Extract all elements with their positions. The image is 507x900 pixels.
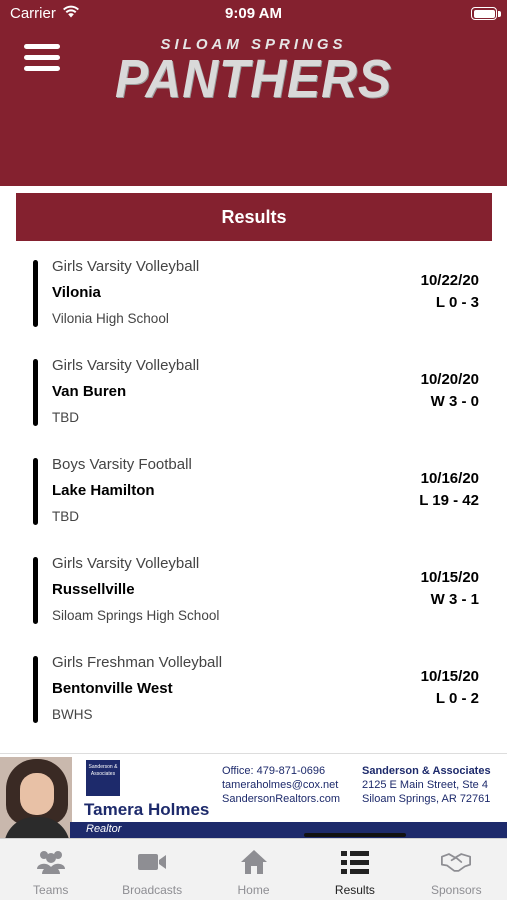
status-bar: Carrier 9:09 AM <box>0 0 507 28</box>
result-row[interactable]: Girls Varsity Volleyball Vilonia Vilonia… <box>0 248 507 347</box>
venue-label: Vilonia High School <box>52 311 169 326</box>
venue-label: Siloam Springs High School <box>52 608 220 623</box>
agent-photo <box>0 757 72 838</box>
date-label: 10/15/20 <box>420 668 479 685</box>
date-label: 10/22/20 <box>420 272 479 289</box>
contact-info: Office: 479-871-0696 tameraholmes@cox.ne… <box>222 764 340 806</box>
sponsor-banner[interactable]: Sanderson & Associates Tamera Holmes Rea… <box>0 753 507 838</box>
sport-label: Girls Varsity Volleyball <box>52 357 200 374</box>
opponent-label: Russellville <box>52 581 135 598</box>
battery-nub <box>498 11 501 17</box>
agent-title: Realtor <box>86 823 122 835</box>
sport-label: Girls Varsity Volleyball <box>52 555 200 572</box>
agency-address-line1: 2125 E Main Street, Ste 4 <box>362 779 488 791</box>
row-accent-bar <box>33 359 38 426</box>
tab-broadcasts[interactable]: Broadcasts <box>101 839 202 900</box>
agency-website: SandersonRealtors.com <box>222 793 341 805</box>
sport-label: Girls Freshman Volleyball <box>52 654 223 671</box>
row-accent-bar <box>33 458 38 525</box>
handshake-icon <box>441 847 472 877</box>
agency-logo: Sanderson & Associates <box>86 760 120 796</box>
agency-address-line2: Siloam Springs, AR 72761 <box>362 793 491 805</box>
tab-bar: Teams Broadcasts Home Results Sponsors <box>0 838 507 900</box>
logo-title: PANTHERS <box>115 49 392 109</box>
clock: 9:09 AM <box>225 5 282 22</box>
tab-home[interactable]: Home <box>203 839 304 900</box>
home-indicator <box>304 833 406 837</box>
tab-sponsors[interactable]: Sponsors <box>406 839 507 900</box>
tab-label: Broadcasts <box>122 883 183 897</box>
opponent-label: Bentonville West <box>52 680 173 697</box>
date-label: 10/20/20 <box>420 371 479 388</box>
app-screen: Carrier 9:09 AM SILOAM SPRINGS PANTHERS … <box>0 0 507 900</box>
agency-name: Sanderson & Associates <box>362 765 491 777</box>
result-row[interactable]: Girls Freshman Volleyball Bentonville We… <box>0 644 507 743</box>
score-label: W 3 - 0 <box>430 393 479 410</box>
video-camera-icon <box>137 847 167 877</box>
sport-label: Girls Varsity Volleyball <box>52 258 200 275</box>
header: Carrier 9:09 AM SILOAM SPRINGS PANTHERS <box>0 0 507 186</box>
tab-label: Teams <box>33 883 69 897</box>
results-list: Girls Varsity Volleyball Vilonia Vilonia… <box>0 248 507 753</box>
score-label: W 3 - 1 <box>430 591 479 608</box>
row-accent-bar <box>33 557 38 624</box>
banner-strip <box>70 822 507 838</box>
battery-icon <box>471 7 497 20</box>
tab-teams[interactable]: Teams <box>0 839 101 900</box>
row-accent-bar <box>33 260 38 327</box>
venue-label: TBD <box>52 410 79 425</box>
date-label: 10/15/20 <box>420 569 479 586</box>
score-label: L 0 - 3 <box>435 294 479 311</box>
tab-label: Sponsors <box>430 883 482 897</box>
office-phone: Office: 479-871-0696 <box>222 765 326 777</box>
result-row[interactable]: Girls Varsity Volleyball Russellville Si… <box>0 545 507 644</box>
result-row[interactable]: Girls Varsity Volleyball Van Buren TBD 1… <box>0 347 507 446</box>
venue-label: BWHS <box>52 707 93 722</box>
team-logo: SILOAM SPRINGS PANTHERS <box>0 36 507 106</box>
opponent-label: Lake Hamilton <box>52 482 155 499</box>
agent-name: Tamera Holmes <box>84 800 210 819</box>
section-title: Results <box>16 193 492 241</box>
agency-info: Sanderson & Associates 2125 E Main Stree… <box>362 764 491 806</box>
date-label: 10/16/20 <box>420 470 479 487</box>
tab-results[interactable]: Results <box>304 839 405 900</box>
agent-email: tameraholmes@cox.net <box>222 779 339 791</box>
row-accent-bar <box>33 656 38 723</box>
sport-label: Boys Varsity Football <box>52 456 192 473</box>
home-icon <box>239 847 269 877</box>
list-icon <box>340 847 370 877</box>
opponent-label: Vilonia <box>52 284 101 301</box>
score-label: L 0 - 2 <box>435 690 479 707</box>
tab-label: Home <box>237 883 270 897</box>
result-row[interactable]: Boys Varsity Football Lake Hamilton TBD … <box>0 446 507 545</box>
venue-label: TBD <box>52 509 79 524</box>
score-label: L 19 - 42 <box>419 492 479 509</box>
tab-label: Results <box>334 883 375 897</box>
teams-icon <box>36 847 66 877</box>
opponent-label: Van Buren <box>52 383 127 400</box>
